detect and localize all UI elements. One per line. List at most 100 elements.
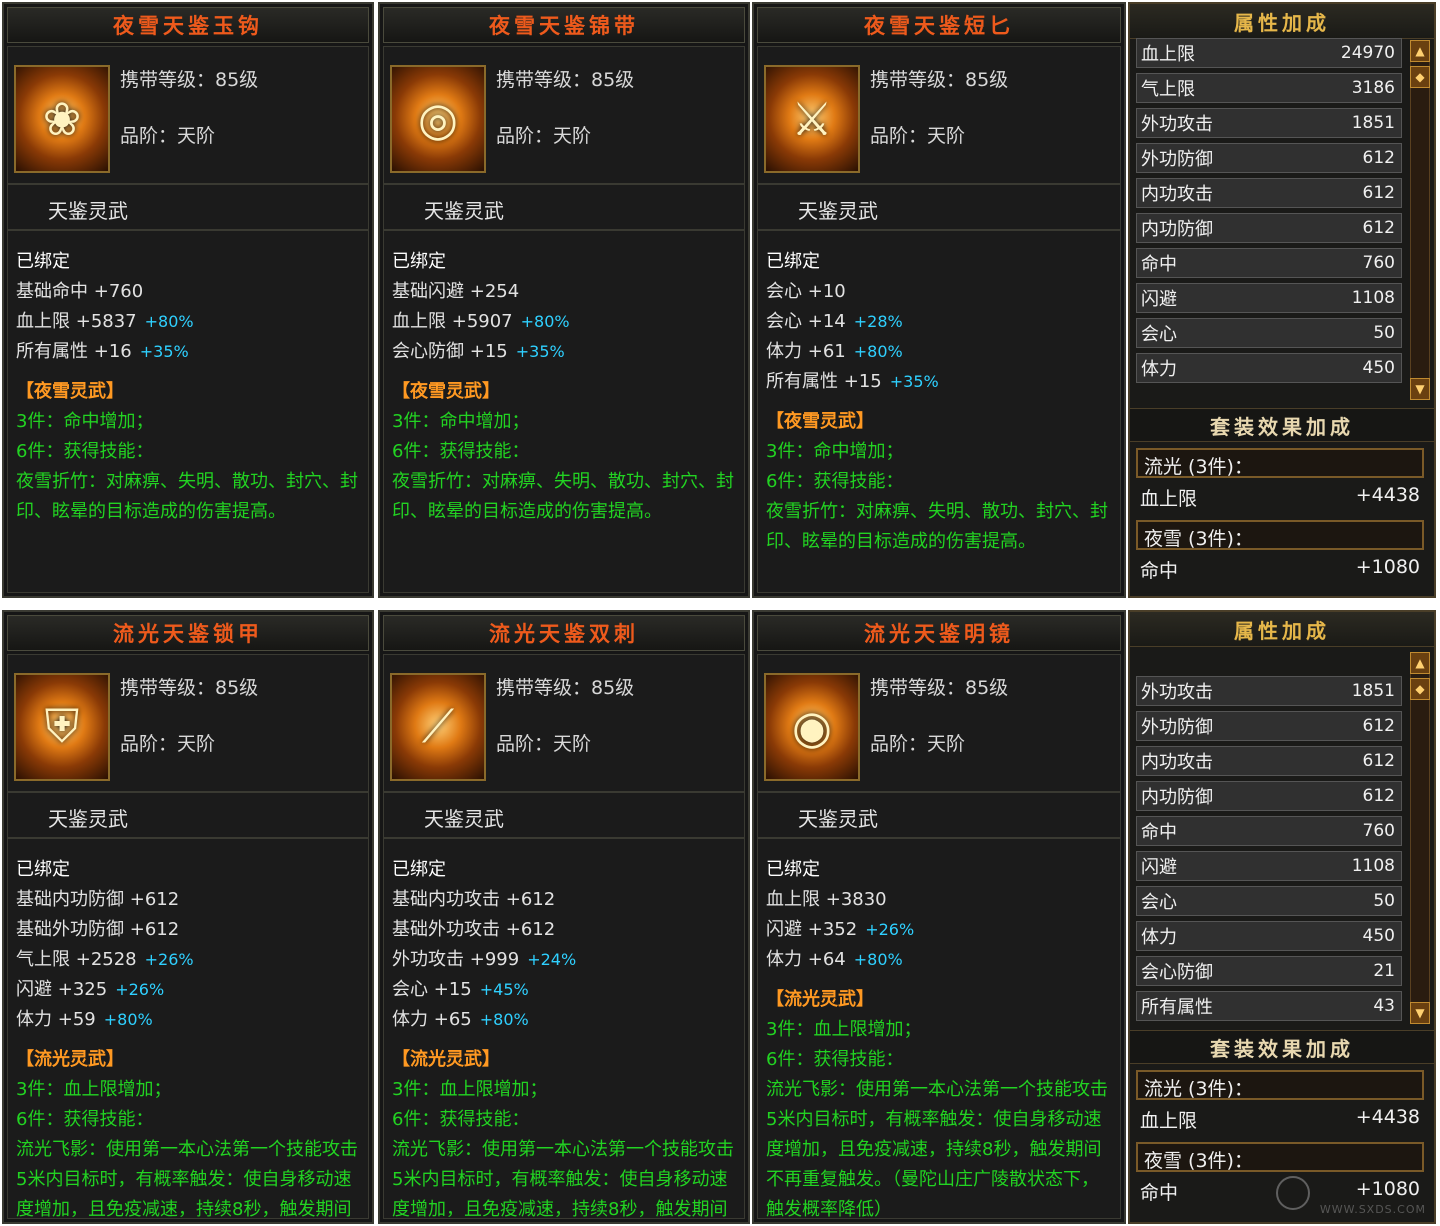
attribute-label: 会心防御 <box>1141 962 1213 983</box>
set-name: 【流光灵武】 <box>392 1049 500 1070</box>
attribute-label: 内功攻击 <box>1141 184 1213 205</box>
stat-value: +2528 <box>75 949 137 970</box>
attribute-label: 外功攻击 <box>1141 682 1213 703</box>
stat-label: 体力 <box>766 949 802 970</box>
stat-label: 会心防御 <box>392 341 464 362</box>
stat-percent: +35% <box>515 342 565 361</box>
stat-percent: +80% <box>479 1010 529 1029</box>
attribute-label: 血上限 <box>1141 44 1195 65</box>
item-category: 天鉴灵武 <box>7 792 369 838</box>
set-bonus-line: 6件：获得技能： <box>766 1049 904 1070</box>
chain-armor-icon: ⛨ <box>14 673 110 781</box>
stat-line: 体力 +61 +80% <box>766 337 1114 367</box>
stat-value: +352 <box>807 919 858 940</box>
set-name: 【夜雪灵武】 <box>392 381 500 402</box>
stat-percent: +26% <box>115 980 165 999</box>
scrollbar-track[interactable] <box>1410 652 1430 1024</box>
stat-value: +612 <box>505 889 556 910</box>
attribute-label: 闪避 <box>1141 289 1177 310</box>
attribute-value: 760 <box>1362 253 1395 273</box>
stat-percent: +26% <box>144 950 194 969</box>
attribute-label: 所有属性 <box>1141 997 1213 1018</box>
item-tooltip-card: 夜雪天鉴锦带 ◎ 携带等级：85级 品阶：天阶 天鉴灵武 已绑定 基础闪避 +254 血上限 … <box>378 2 750 598</box>
item-category: 天鉴灵武 <box>7 184 369 230</box>
scroll-down-icon[interactable]: ▼ <box>1410 378 1430 400</box>
attribute-row: 闪避 1108 <box>1136 851 1402 881</box>
item-header: ⛨ 携带等级：85级 品阶：天阶 <box>7 654 369 792</box>
stat-line: 血上限 +5907 +80% <box>392 307 738 337</box>
set-bonus-line: 6件：获得技能： <box>392 441 530 462</box>
attribute-row: 闪避 1108 <box>1136 283 1402 313</box>
scroll-up-icon[interactable]: ▲ <box>1410 40 1430 62</box>
scroll-thumb[interactable]: ◆ <box>1410 66 1430 88</box>
stat-value: +325 <box>57 979 108 1000</box>
scroll-down-icon[interactable]: ▼ <box>1410 1002 1430 1024</box>
item-body: 已绑定 会心 +10 会心 +14 +28% 体力 +61 +80% 所有属性 +15 +35… <box>757 230 1121 593</box>
attribute-row: 会心 50 <box>1136 318 1402 348</box>
stat-value: +612 <box>129 919 180 940</box>
stat-line: 体力 +65 +80% <box>392 1005 738 1035</box>
scroll-up-icon[interactable]: ▲ <box>1410 652 1430 674</box>
stat-label: 闪避 <box>16 979 52 1000</box>
brocade-belt-icon: ◎ <box>390 65 486 173</box>
item-tooltip-card: 流光天鉴双刺 ⟋ 携带等级：85级 品阶：天阶 天鉴灵武 已绑定 基础内功攻击 +612 基础… <box>378 610 750 1224</box>
scroll-thumb[interactable]: ◆ <box>1410 678 1430 700</box>
watermark-logo: WWW.SXDS.COM <box>1276 1176 1426 1216</box>
item-category: 天鉴灵武 <box>383 792 745 838</box>
attribute-value: 50 <box>1373 323 1395 343</box>
attribute-row: 外功防御 612 <box>1136 711 1402 741</box>
carry-level: 携带等级：85级 <box>496 69 635 91</box>
item-tooltip-card: 流光天鉴锁甲 ⛨ 携带等级：85级 品阶：天阶 天鉴灵武 已绑定 基础内功防御 +612 基础… <box>2 610 374 1224</box>
stat-label: 血上限 <box>16 311 70 332</box>
set-bonus-line: 3件：命中增加； <box>16 411 154 432</box>
set-bonus-line: 3件：血上限增加； <box>16 1079 172 1100</box>
attribute-value: 450 <box>1362 358 1395 378</box>
set-skill-desc: 夜雪折竹：对麻痹、失明、散功、封穴、封印、眩晕的目标造成的伤害提高。 <box>16 471 358 522</box>
stat-label: 基础外功攻击 <box>392 919 500 940</box>
jade-hook-icon: ❀ <box>14 65 110 173</box>
stat-label: 会心 <box>766 311 802 332</box>
stat-value: +760 <box>93 281 144 302</box>
stat-percent: +24% <box>527 950 577 969</box>
stat-value: +5907 <box>451 311 513 332</box>
stat-line: 闪避 +325 +26% <box>16 975 362 1005</box>
attribute-label: 体力 <box>1141 359 1177 380</box>
attribute-row: 命中 760 <box>1136 816 1402 846</box>
stat-value: +59 <box>57 1009 96 1030</box>
item-grade: 品阶：天阶 <box>496 733 592 755</box>
twin-spike-icon: ⟋ <box>390 673 486 781</box>
set-effect-value: +1080 <box>1355 556 1420 578</box>
attribute-label: 体力 <box>1141 927 1177 948</box>
attribute-bonus-panel: 属性加成 血上限 24970 气上限 3186 外功攻击 1851 外功防御 612 内功攻击 61… <box>1128 2 1436 598</box>
attribute-label: 外功攻击 <box>1141 114 1213 135</box>
attribute-row: 会心 50 <box>1136 886 1402 916</box>
stat-value: +10 <box>807 281 846 302</box>
attribute-row: 所有属性 43 <box>1136 991 1402 1021</box>
set-name-box: 夜雪 (3件)： <box>1136 520 1424 550</box>
set-skill-desc: 流光飞影：使用第一本心法第一个技能攻击5米内目标时，有概率触发：使自身移动速度增… <box>16 1139 358 1220</box>
stat-line: 所有属性 +16 +35% <box>16 337 362 367</box>
attribute-label: 外功防御 <box>1141 149 1213 170</box>
stat-line: 基础命中 +760 <box>16 277 362 307</box>
stat-percent: +80% <box>144 312 194 331</box>
attribute-row: 气上限 3186 <box>1136 73 1402 103</box>
stat-value: +612 <box>129 889 180 910</box>
attribute-value: 612 <box>1362 786 1395 806</box>
set-name: 【流光灵武】 <box>16 1049 124 1070</box>
attribute-label: 内功防御 <box>1141 787 1213 808</box>
item-grade: 品阶：天阶 <box>120 125 216 147</box>
attribute-label: 命中 <box>1141 822 1177 843</box>
scrollbar-track[interactable] <box>1410 40 1430 400</box>
set-skill-desc: 夜雪折竹：对麻痹、失明、散功、封穴、封印、眩晕的目标造成的伤害提高。 <box>766 501 1108 552</box>
attribute-row: 外功攻击 1851 <box>1136 108 1402 138</box>
stat-label: 外功攻击 <box>392 949 464 970</box>
stat-label: 会心 <box>766 281 802 302</box>
item-name: 流光天鉴明镜 <box>757 615 1121 651</box>
attribute-label: 外功防御 <box>1141 717 1213 738</box>
attribute-value: 612 <box>1362 751 1395 771</box>
set-name-box: 夜雪 (3件)： <box>1136 1142 1424 1172</box>
attribute-label: 会心 <box>1141 324 1177 345</box>
item-name: 流光天鉴双刺 <box>383 615 745 651</box>
stat-value: +254 <box>469 281 520 302</box>
set-name: 【流光灵武】 <box>766 989 874 1010</box>
